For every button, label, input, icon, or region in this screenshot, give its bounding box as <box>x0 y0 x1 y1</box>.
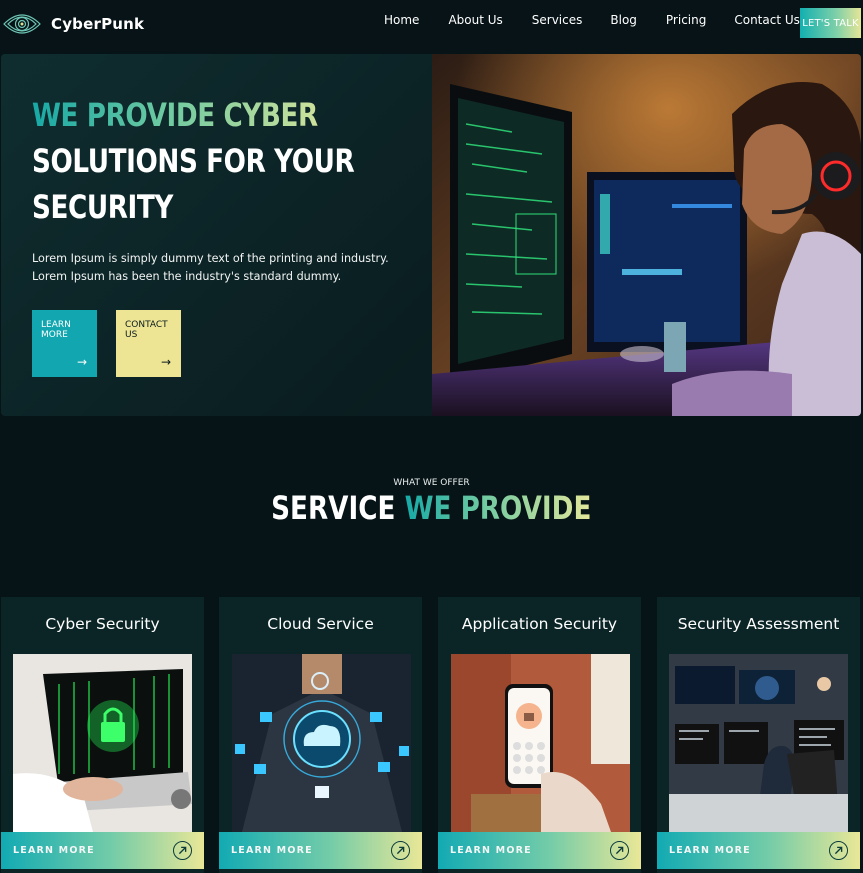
nav-home[interactable]: Home <box>384 13 419 27</box>
hero-heading-line2: SOLUTIONS FOR YOUR <box>32 142 355 180</box>
service-card-cyber-security[interactable]: Cyber Security LEARN MORE <box>1 597 204 873</box>
section-title-highlight: WE PROVIDE <box>404 489 592 527</box>
card-image-cloud-network <box>232 654 411 832</box>
arrow-up-right-icon <box>610 841 629 860</box>
service-card-application-security[interactable]: Application Security LEARN MORE <box>438 597 641 873</box>
lets-talk-button[interactable]: LET'S TALK <box>800 8 861 38</box>
arrow-up-right-icon <box>391 841 410 860</box>
hero-heading-line1: WE PROVIDE CYBER <box>32 92 354 138</box>
card-title: Cyber Security <box>45 615 160 633</box>
card-title: Security Assessment <box>677 615 840 633</box>
service-card-cloud-service[interactable]: Cloud Service LEARN MORE <box>219 597 422 873</box>
card-cta-label: LEARN MORE <box>13 845 95 856</box>
card-title: Cloud Service <box>267 615 374 633</box>
card-learn-more-button[interactable]: LEARN MORE <box>1 832 204 869</box>
card-cta-label: LEARN MORE <box>231 845 313 856</box>
arrow-up-right-icon <box>829 841 848 860</box>
section-eyebrow: WHAT WE OFFER <box>393 478 470 488</box>
card-learn-more-button[interactable]: LEARN MORE <box>657 832 860 869</box>
hero-image-hacker-at-monitors <box>432 54 861 416</box>
contact-us-label: CONTACT US <box>125 320 168 340</box>
hero-heading-line3: SECURITY <box>32 188 173 226</box>
hero-section: WE PROVIDE CYBER SOLUTIONS FOR YOUR SECU… <box>1 54 861 416</box>
arrow-right-icon: → <box>76 355 87 369</box>
arrow-right-icon: → <box>160 355 171 369</box>
hero-learn-more-button[interactable]: LEARN MORE → <box>32 310 97 377</box>
service-card-security-assessment[interactable]: Security Assessment LEARN MORE <box>657 597 860 873</box>
main-menu: Home About Us Services Blog Pricing Cont… <box>384 13 800 27</box>
card-learn-more-button[interactable]: LEARN MORE <box>438 832 641 869</box>
nav-blog[interactable]: Blog <box>610 13 637 27</box>
hero-heading: WE PROVIDE CYBER SOLUTIONS FOR YOUR SECU… <box>32 92 355 230</box>
hero-description: Lorem Ipsum is simply dummy text of the … <box>32 252 389 283</box>
card-image-monitoring-room <box>669 654 848 832</box>
hero-contact-us-button[interactable]: CONTACT US → <box>116 310 181 377</box>
card-image-phone-lock-app <box>451 654 630 832</box>
eye-logo-icon <box>3 14 41 34</box>
card-cta-label: LEARN MORE <box>669 845 751 856</box>
card-cta-label: LEARN MORE <box>450 845 532 856</box>
arrow-up-right-icon <box>173 841 192 860</box>
card-image-laptop-lock <box>13 654 192 832</box>
card-learn-more-button[interactable]: LEARN MORE <box>219 832 422 869</box>
nav-services[interactable]: Services <box>532 13 583 27</box>
nav-pricing[interactable]: Pricing <box>666 13 706 27</box>
section-title-plain: SERVICE <box>271 489 396 527</box>
section-title: SERVICE WE PROVIDE <box>0 489 863 527</box>
nav-about-us[interactable]: About Us <box>448 13 502 27</box>
card-title: Application Security <box>461 615 618 633</box>
nav-contact-us[interactable]: Contact Us <box>734 13 800 27</box>
brand-name: CyberPunk <box>51 15 145 33</box>
top-navbar: CyberPunk Home About Us Services Blog Pr… <box>0 0 863 52</box>
brand-logo[interactable]: CyberPunk <box>2 8 144 40</box>
learn-more-label: LEARN MORE <box>41 320 71 340</box>
